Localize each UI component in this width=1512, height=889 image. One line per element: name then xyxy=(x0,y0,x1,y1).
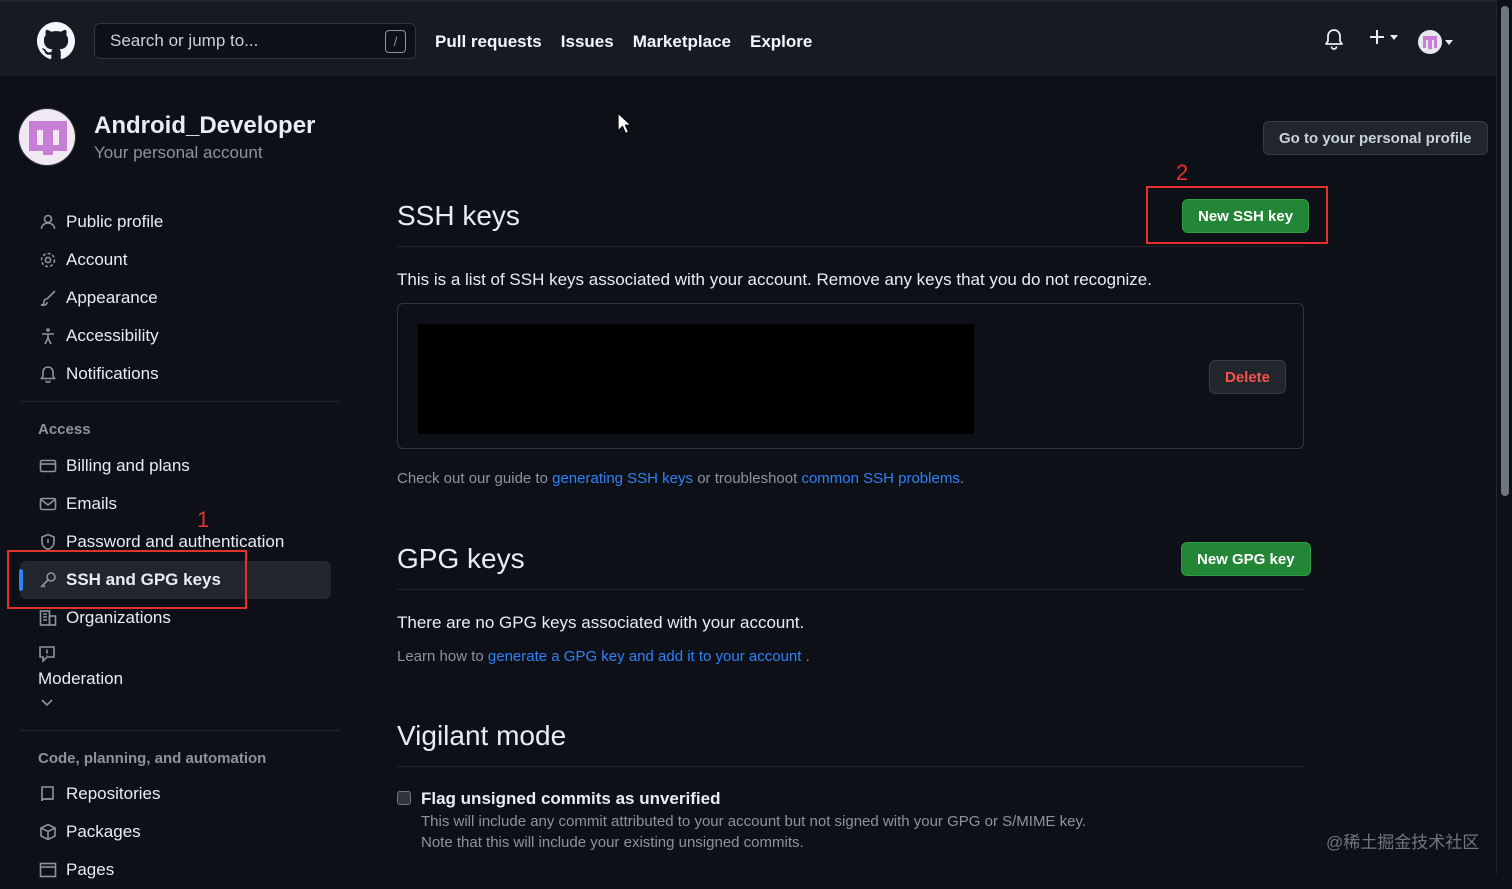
sidebar-heading-access: Access xyxy=(38,421,91,438)
section-divider xyxy=(397,246,1304,247)
sidebar-item-label: Accessibility xyxy=(66,326,159,345)
avatar-icon xyxy=(1418,30,1442,54)
nav-explore[interactable]: Explore xyxy=(750,32,812,52)
sidebar-item-emails[interactable]: Emails xyxy=(20,485,331,523)
vigilant-mode-title: Vigilant mode xyxy=(397,720,567,751)
browser-icon xyxy=(38,860,58,880)
nav-marketplace[interactable]: Marketplace xyxy=(633,32,731,52)
sidebar-item-account[interactable]: Account xyxy=(20,241,331,279)
sidebar-item-pages[interactable]: Pages xyxy=(20,851,331,889)
watermark-text: @稀土掘金技术社区 xyxy=(1326,833,1480,852)
sidebar-item-label: Notifications xyxy=(66,364,159,383)
package-icon xyxy=(38,822,58,842)
generating-ssh-keys-link[interactable]: generating SSH keys xyxy=(552,470,693,487)
plus-icon xyxy=(1370,30,1384,44)
gear-icon xyxy=(38,250,58,270)
generate-gpg-key-link[interactable]: generate a GPG key and add it to your ac… xyxy=(488,648,802,665)
nav-issues[interactable]: Issues xyxy=(561,32,614,52)
github-logo-icon[interactable] xyxy=(37,22,75,60)
mail-icon xyxy=(38,494,58,514)
delete-ssh-key-button[interactable]: Delete xyxy=(1209,360,1287,394)
user-avatar-menu[interactable] xyxy=(1418,30,1453,54)
sidebar-item-appearance[interactable]: Appearance xyxy=(20,279,331,317)
sidebar-item-repositories[interactable]: Repositories xyxy=(20,775,331,813)
flag-unsigned-commits-checkbox[interactable] xyxy=(397,791,411,805)
sidebar-item-label: Packages xyxy=(66,822,141,841)
guide-prefix: Check out our guide to xyxy=(397,470,553,487)
ssh-keys-description: This is a list of SSH keys associated wi… xyxy=(397,270,1152,289)
flag-unsigned-commits-label[interactable]: Flag unsigned commits as unverified xyxy=(421,789,720,809)
page-scrollbar[interactable] xyxy=(1496,0,1512,874)
go-to-profile-button[interactable]: Go to your personal profile xyxy=(1263,121,1488,155)
sidebar-heading-code: Code, planning, and automation xyxy=(38,750,267,767)
sidebar-item-label: Appearance xyxy=(66,288,158,307)
sidebar-item-label: Password and authentication xyxy=(66,532,285,551)
gpg-keys-title: GPG keys xyxy=(397,543,525,574)
sidebar-divider xyxy=(20,401,340,402)
scrollbar-thumb[interactable] xyxy=(1501,6,1509,496)
report-icon xyxy=(38,645,56,668)
annotation-box-1 xyxy=(7,550,247,609)
sidebar-item-accessibility[interactable]: Accessibility xyxy=(20,317,331,355)
learn-suffix: . xyxy=(801,648,810,665)
top-navigation-bar: Search or jump to... / Pull requests Iss… xyxy=(0,0,1496,76)
nav-pull-requests[interactable]: Pull requests xyxy=(435,32,542,52)
chevron-down-icon xyxy=(1445,39,1453,45)
notifications-bell-icon[interactable] xyxy=(1324,28,1344,55)
search-placeholder: Search or jump to... xyxy=(110,31,259,50)
ssh-guide-text: Check out our guide to generating SSH ke… xyxy=(397,470,964,487)
section-divider xyxy=(397,766,1304,767)
chevron-down-icon xyxy=(40,695,54,713)
sidebar-item-label: Organizations xyxy=(66,608,171,627)
sidebar-item-packages[interactable]: Packages xyxy=(20,813,331,851)
accessibility-icon xyxy=(38,326,58,346)
bell-icon xyxy=(38,364,58,384)
search-input[interactable]: Search or jump to... / xyxy=(94,23,416,59)
account-subtitle: Your personal account xyxy=(94,143,263,162)
annotation-box-2 xyxy=(1146,186,1328,244)
vigilant-description-line-2: Note that this will include your existin… xyxy=(421,834,804,851)
ssh-keys-title: SSH keys xyxy=(397,200,520,231)
mouse-cursor-icon xyxy=(617,112,632,135)
ssh-key-list-item: Delete xyxy=(397,303,1304,449)
account-avatar xyxy=(18,108,76,166)
sidebar-item-billing[interactable]: Billing and plans xyxy=(20,447,331,485)
annotation-number-1: 1 xyxy=(197,507,210,532)
sidebar-item-label: Repositories xyxy=(66,784,161,803)
annotation-number-2: 2 xyxy=(1176,160,1189,185)
sidebar-item-label: Pages xyxy=(66,860,115,879)
global-nav: Pull requests Issues Marketplace Explore xyxy=(435,32,812,52)
shield-icon xyxy=(38,532,58,552)
paintbrush-icon xyxy=(38,288,58,308)
new-gpg-key-button[interactable]: New GPG key xyxy=(1181,542,1311,576)
person-icon xyxy=(38,212,58,232)
sidebar-item-label: Account xyxy=(66,250,128,269)
sidebar-divider xyxy=(20,730,340,731)
sidebar-item-notifications[interactable]: Notifications xyxy=(20,355,331,393)
sidebar-item-moderation[interactable]: Moderation xyxy=(38,643,328,713)
section-divider xyxy=(397,589,1304,590)
chevron-down-icon xyxy=(1390,34,1398,40)
repo-icon xyxy=(38,784,58,804)
sidebar-item-label: Moderation xyxy=(38,669,124,688)
vigilant-description-line-1: This will include any commit attributed … xyxy=(421,813,1087,830)
common-ssh-problems-link[interactable]: common SSH problems xyxy=(801,470,959,487)
organization-icon xyxy=(38,608,58,628)
gpg-learn-text: Learn how to generate a GPG key and add … xyxy=(397,648,810,665)
guide-middle: or troubleshoot xyxy=(693,470,802,487)
sidebar-item-label: Emails xyxy=(66,494,118,513)
credit-card-icon xyxy=(38,456,58,476)
learn-prefix: Learn how to xyxy=(397,648,488,665)
create-new-menu[interactable] xyxy=(1368,28,1398,46)
sidebar-item-label: Billing and plans xyxy=(66,456,190,475)
account-name: Android_Developer xyxy=(94,112,316,139)
sidebar-item-label: Public profile xyxy=(66,212,164,231)
gpg-empty-text: There are no GPG keys associated with yo… xyxy=(397,613,805,632)
sidebar-item-public-profile[interactable]: Public profile xyxy=(20,203,331,241)
guide-suffix: . xyxy=(959,470,964,487)
redacted-key-details xyxy=(418,324,974,434)
slash-shortcut-hint: / xyxy=(385,30,406,53)
